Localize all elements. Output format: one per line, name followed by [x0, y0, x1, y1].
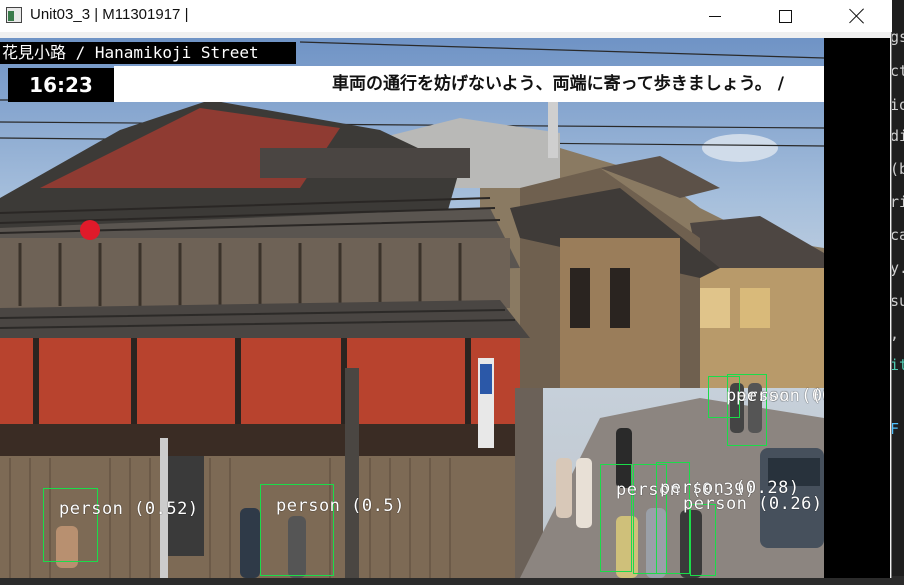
- location-label: 花見小路 / Hanamikoji Street: [0, 42, 296, 64]
- app-icon: [6, 7, 22, 23]
- close-button[interactable]: [834, 0, 880, 32]
- code-line: io: [890, 96, 904, 114]
- code-line: ca: [890, 226, 904, 244]
- title-bar[interactable]: Unit03_3 | M11301917 |: [0, 0, 892, 32]
- code-line: su: [890, 292, 904, 310]
- detection-box: [690, 504, 716, 576]
- code-line: ct: [890, 62, 904, 80]
- detection-label: person (0.2): [736, 386, 824, 406]
- maximize-button[interactable]: [762, 0, 808, 32]
- minimize-button[interactable]: [692, 0, 738, 32]
- maximize-icon: [778, 9, 792, 23]
- detection-box: [727, 374, 767, 446]
- minimize-icon: [709, 15, 721, 17]
- detection-label: person (0.26): [683, 494, 823, 514]
- code-line: y.: [890, 259, 904, 277]
- notice-banner: 車両の通行を妨げないよう、両端に寄って歩きましょう。 /: [114, 66, 824, 102]
- close-icon: [849, 8, 865, 24]
- video-letterbox: [824, 38, 890, 578]
- code-line: ri: [890, 193, 904, 211]
- code-line: (b: [890, 160, 904, 178]
- detection-label: person (0.52): [59, 499, 199, 519]
- video-frame: 花見小路 / Hanamikoji Street 16:23 車両の通行を妨げな…: [0, 38, 824, 578]
- time-label: 16:23: [8, 68, 114, 102]
- code-line: it: [890, 356, 904, 374]
- code-line: di: [890, 127, 904, 145]
- detection-label: person (0.5): [276, 496, 405, 516]
- code-line: gs: [890, 28, 904, 46]
- window-title: Unit03_3 | M11301917 |: [30, 6, 189, 23]
- opencv-window[interactable]: Unit03_3 | M11301917 | 花見小路 / Hanamikoji…: [0, 0, 892, 578]
